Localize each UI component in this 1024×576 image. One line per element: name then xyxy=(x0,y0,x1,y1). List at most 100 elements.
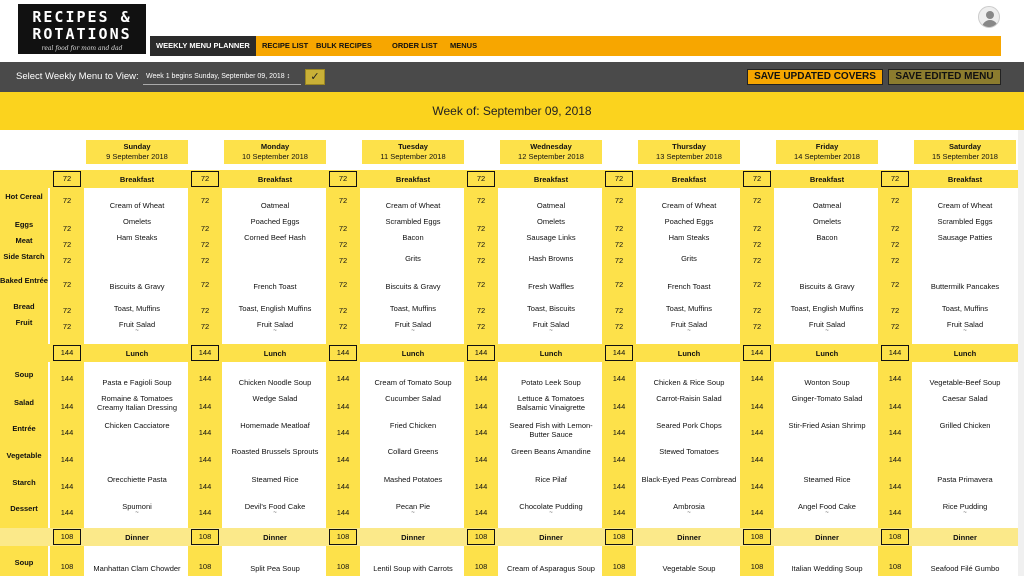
row-covers[interactable]: 144 xyxy=(50,482,84,491)
row-covers[interactable]: 72 xyxy=(602,280,636,289)
menu-item[interactable]: Seared Fish with Lemon-Butter Sauce xyxy=(502,421,600,439)
menu-item[interactable]: Scrambled Eggs xyxy=(916,217,1014,226)
row-covers[interactable]: 108 xyxy=(326,562,360,571)
menu-item[interactable]: Bacon xyxy=(364,233,462,242)
row-covers[interactable]: 144 xyxy=(602,428,636,437)
menu-item[interactable]: Cream of Asparagus Soup xyxy=(502,564,600,573)
covers-input[interactable]: 144 xyxy=(467,345,495,361)
menu-item[interactable]: Omelets xyxy=(778,217,876,226)
menu-item[interactable]: Cream of Wheat xyxy=(364,201,462,210)
covers-input[interactable]: 108 xyxy=(191,529,219,545)
row-covers[interactable]: 108 xyxy=(464,562,498,571)
menu-item[interactable]: Italian Wedding Soup xyxy=(778,564,876,573)
row-covers[interactable]: 144 xyxy=(602,508,636,517)
menu-item[interactable]: Cucumber Salad xyxy=(364,394,462,403)
menu-item[interactable]: Manhattan Clam Chowder xyxy=(88,564,186,573)
row-covers[interactable]: 72 xyxy=(740,280,774,289)
row-covers[interactable]: 144 xyxy=(878,508,912,517)
row-covers[interactable]: 144 xyxy=(326,455,360,464)
row-covers[interactable]: 144 xyxy=(50,428,84,437)
row-covers[interactable]: 72 xyxy=(602,196,636,205)
row-covers[interactable]: 108 xyxy=(740,562,774,571)
row-covers[interactable]: 144 xyxy=(878,374,912,383)
menu-item[interactable]: Steamed Rice xyxy=(778,475,876,484)
row-covers[interactable]: 72 xyxy=(50,240,84,249)
menu-item[interactable]: Toast, Muffins xyxy=(640,304,738,313)
menu-item[interactable]: Ham Steaks xyxy=(640,233,738,242)
menu-item[interactable]: Green Beans Amandine xyxy=(502,447,600,456)
menu-item[interactable]: Rice Pilaf xyxy=(502,475,600,484)
covers-input[interactable]: 144 xyxy=(53,345,81,361)
row-covers[interactable]: 144 xyxy=(740,508,774,517)
row-covers[interactable]: 72 xyxy=(464,256,498,265)
covers-input[interactable]: 72 xyxy=(605,171,633,187)
menu-item[interactable]: Corned Beef Hash xyxy=(226,233,324,242)
covers-input[interactable]: 72 xyxy=(329,171,357,187)
menu-item[interactable]: Vegetable-Beef Soup xyxy=(916,378,1014,387)
row-covers[interactable]: 144 xyxy=(326,402,360,411)
menu-item[interactable]: Rice Pudding ~ xyxy=(916,502,1014,516)
menu-item[interactable]: Devil's Food Cake ~ xyxy=(226,502,324,516)
menu-item[interactable]: Fried Chicken xyxy=(364,421,462,430)
covers-input[interactable]: 72 xyxy=(191,171,219,187)
row-covers[interactable]: 144 xyxy=(326,482,360,491)
menu-item[interactable]: Biscuits & Gravy xyxy=(364,282,462,291)
menu-item[interactable]: Omelets xyxy=(502,217,600,226)
menu-item[interactable]: Wedge Salad xyxy=(226,394,324,403)
row-covers[interactable]: 72 xyxy=(326,256,360,265)
menu-item[interactable]: Potato Leek Soup xyxy=(502,378,600,387)
covers-input[interactable]: 144 xyxy=(881,345,909,361)
row-covers[interactable]: 72 xyxy=(464,196,498,205)
row-covers[interactable]: 144 xyxy=(464,374,498,383)
menu-item[interactable]: Poached Eggs xyxy=(226,217,324,226)
covers-input[interactable]: 108 xyxy=(881,529,909,545)
user-avatar-icon[interactable] xyxy=(978,6,1000,28)
menu-item[interactable]: Toast, Muffins xyxy=(364,304,462,313)
covers-input[interactable]: 72 xyxy=(743,171,771,187)
menu-item[interactable]: Fruit Salad ~ xyxy=(502,320,600,334)
row-covers[interactable]: 108 xyxy=(188,562,222,571)
menu-item[interactable]: Sausage Links xyxy=(502,233,600,242)
covers-input[interactable]: 108 xyxy=(53,529,81,545)
menu-item[interactable]: Biscuits & Gravy xyxy=(778,282,876,291)
menu-item[interactable]: Grilled Chicken xyxy=(916,421,1014,430)
row-covers[interactable]: 72 xyxy=(50,256,84,265)
row-covers[interactable]: 72 xyxy=(602,322,636,331)
nav-recipe-list[interactable]: RECIPE LIST xyxy=(256,36,314,56)
row-covers[interactable]: 144 xyxy=(740,428,774,437)
menu-item[interactable]: Lettuce & Tomatoes Balsamic Vinaigrette xyxy=(502,394,600,412)
scrollbar[interactable] xyxy=(1018,130,1024,576)
menu-item[interactable]: Lentil Soup with Carrots xyxy=(364,564,462,573)
row-covers[interactable]: 72 xyxy=(464,224,498,233)
menu-item[interactable]: French Toast xyxy=(640,282,738,291)
menu-item[interactable]: Steamed Rice xyxy=(226,475,324,484)
menu-item[interactable]: Buttermilk Pancakes xyxy=(916,282,1014,291)
row-covers[interactable]: 144 xyxy=(602,402,636,411)
menu-item[interactable]: Poached Eggs xyxy=(640,217,738,226)
save-edited-menu-button[interactable]: SAVE EDITED MENU xyxy=(888,69,1001,85)
menu-item[interactable]: Stir-Fried Asian Shrimp xyxy=(778,421,876,430)
row-covers[interactable]: 72 xyxy=(188,256,222,265)
row-covers[interactable]: 72 xyxy=(740,196,774,205)
nav-bulk-recipes[interactable]: BULK RECIPES xyxy=(310,36,378,56)
menu-item[interactable]: Toast, English Muffins xyxy=(778,304,876,313)
covers-input[interactable]: 72 xyxy=(881,171,909,187)
row-covers[interactable]: 72 xyxy=(464,322,498,331)
row-covers[interactable]: 144 xyxy=(464,428,498,437)
menu-item[interactable]: Cream of Tomato Soup xyxy=(364,378,462,387)
menu-item[interactable]: Collard Greens xyxy=(364,447,462,456)
covers-input[interactable]: 108 xyxy=(743,529,771,545)
menu-item[interactable]: Homemade Meatloaf xyxy=(226,421,324,430)
nav-order-list[interactable]: ORDER LIST xyxy=(386,36,443,56)
row-covers[interactable]: 144 xyxy=(740,482,774,491)
row-covers[interactable]: 72 xyxy=(878,322,912,331)
covers-input[interactable]: 144 xyxy=(191,345,219,361)
nav-weekly-menu-planner[interactable]: WEEKLY MENU PLANNER xyxy=(150,36,256,56)
row-covers[interactable]: 144 xyxy=(326,508,360,517)
menu-item[interactable]: Toast, English Muffins xyxy=(226,304,324,313)
row-covers[interactable]: 72 xyxy=(602,256,636,265)
row-covers[interactable]: 108 xyxy=(878,562,912,571)
row-covers[interactable]: 144 xyxy=(464,508,498,517)
row-covers[interactable]: 72 xyxy=(50,196,84,205)
menu-item[interactable]: Ambrosia ~ xyxy=(640,502,738,516)
